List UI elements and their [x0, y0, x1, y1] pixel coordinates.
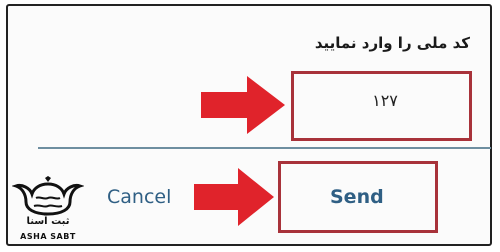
watermark-logo: ثبت آسنا ASHA SABT [12, 176, 84, 246]
crown-logo-icon [12, 176, 84, 216]
send-button[interactable]: Send [330, 186, 384, 208]
right-arrow-icon [201, 76, 285, 134]
watermark-title: ثبت آسنا [26, 216, 70, 227]
national-code-prompt: کد ملی را وارد نمایید [314, 34, 470, 52]
watermark-subtitle: ASHA SABT [20, 232, 76, 241]
divider [38, 147, 491, 149]
cancel-button[interactable]: Cancel [107, 186, 171, 208]
national-code-input[interactable]: ۱۲۷ [340, 91, 430, 110]
right-arrow-icon [194, 168, 274, 226]
